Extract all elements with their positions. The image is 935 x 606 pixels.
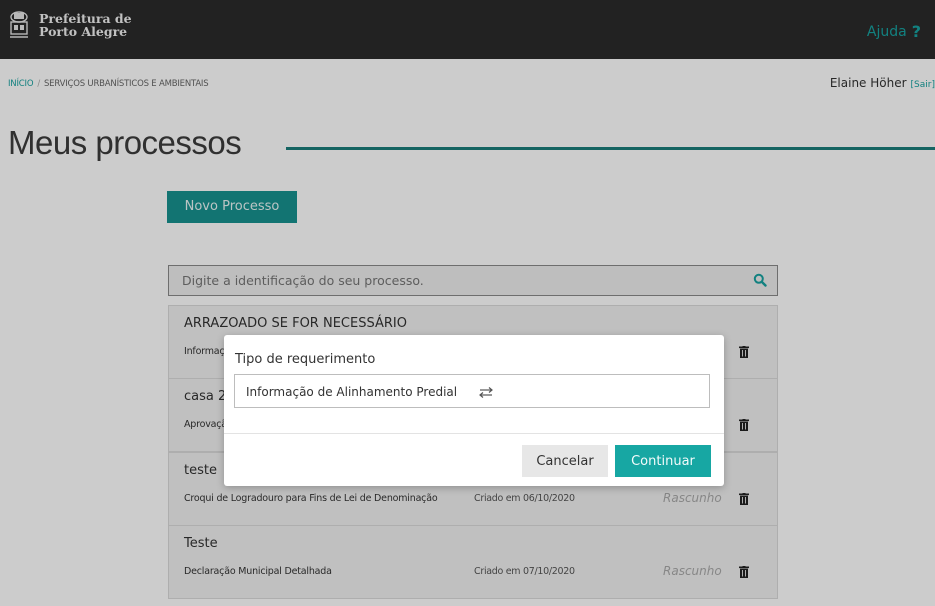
modal-footer-divider	[224, 433, 724, 434]
request-type-modal: Tipo de requerimento Informação de Alinh…	[224, 335, 724, 486]
request-type-value: Informação de Alinhamento Predial	[246, 385, 458, 399]
cancel-button[interactable]: Cancelar	[522, 445, 608, 477]
request-type-label: Tipo de requerimento	[235, 352, 376, 367]
continue-button[interactable]: Continuar	[615, 445, 711, 477]
modal-backdrop[interactable]	[0, 0, 935, 606]
request-type-select[interactable]: Informação de Alinhamento Predial	[234, 374, 710, 408]
swap-arrows-icon[interactable]	[479, 386, 493, 398]
